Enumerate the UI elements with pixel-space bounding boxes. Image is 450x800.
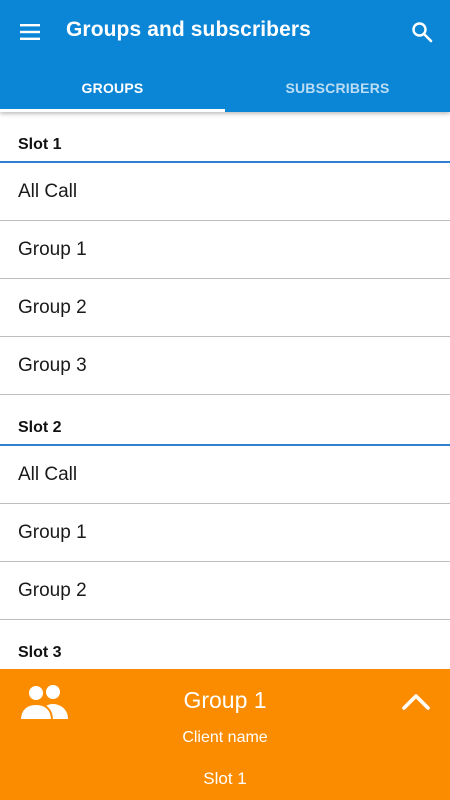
section-header-slot-2: Slot 2: [0, 395, 450, 446]
tab-groups[interactable]: GROUPS: [0, 64, 225, 112]
client-name: Client name: [182, 729, 268, 746]
groups-list[interactable]: Slot 1 All Call Group 1 Group 2 Group 3 …: [0, 112, 450, 669]
expand-button[interactable]: [396, 683, 436, 719]
section-header-slot-3: Slot 3: [0, 620, 450, 669]
list-item[interactable]: Group 2: [0, 279, 450, 337]
list-item[interactable]: All Call: [0, 446, 450, 504]
section-header-slot-1: Slot 1: [0, 112, 450, 163]
list-item[interactable]: Group 1: [0, 221, 450, 279]
selected-slot-label: Slot 1: [203, 769, 247, 788]
app-bar: Groups and subscribers GROUPS SUBSCRIBER…: [0, 0, 450, 112]
selected-group-panel[interactable]: Group 1 Client name Slot 1: [0, 669, 450, 800]
list-item[interactable]: All Call: [0, 163, 450, 221]
list-item[interactable]: Group 2: [0, 562, 450, 620]
list-item[interactable]: Group 3: [0, 337, 450, 395]
tab-subscribers[interactable]: SUBSCRIBERS: [225, 64, 450, 112]
menu-button[interactable]: [8, 10, 52, 54]
selected-group-name: Group 1: [183, 687, 267, 713]
tab-bar: GROUPS SUBSCRIBERS: [0, 64, 450, 112]
page-title: Groups and subscribers: [66, 18, 311, 41]
search-icon: [412, 22, 433, 43]
hamburger-menu-icon: [20, 24, 40, 40]
list-item[interactable]: Group 1: [0, 504, 450, 562]
chevron-up-icon: [402, 694, 430, 710]
search-button[interactable]: [400, 10, 444, 54]
